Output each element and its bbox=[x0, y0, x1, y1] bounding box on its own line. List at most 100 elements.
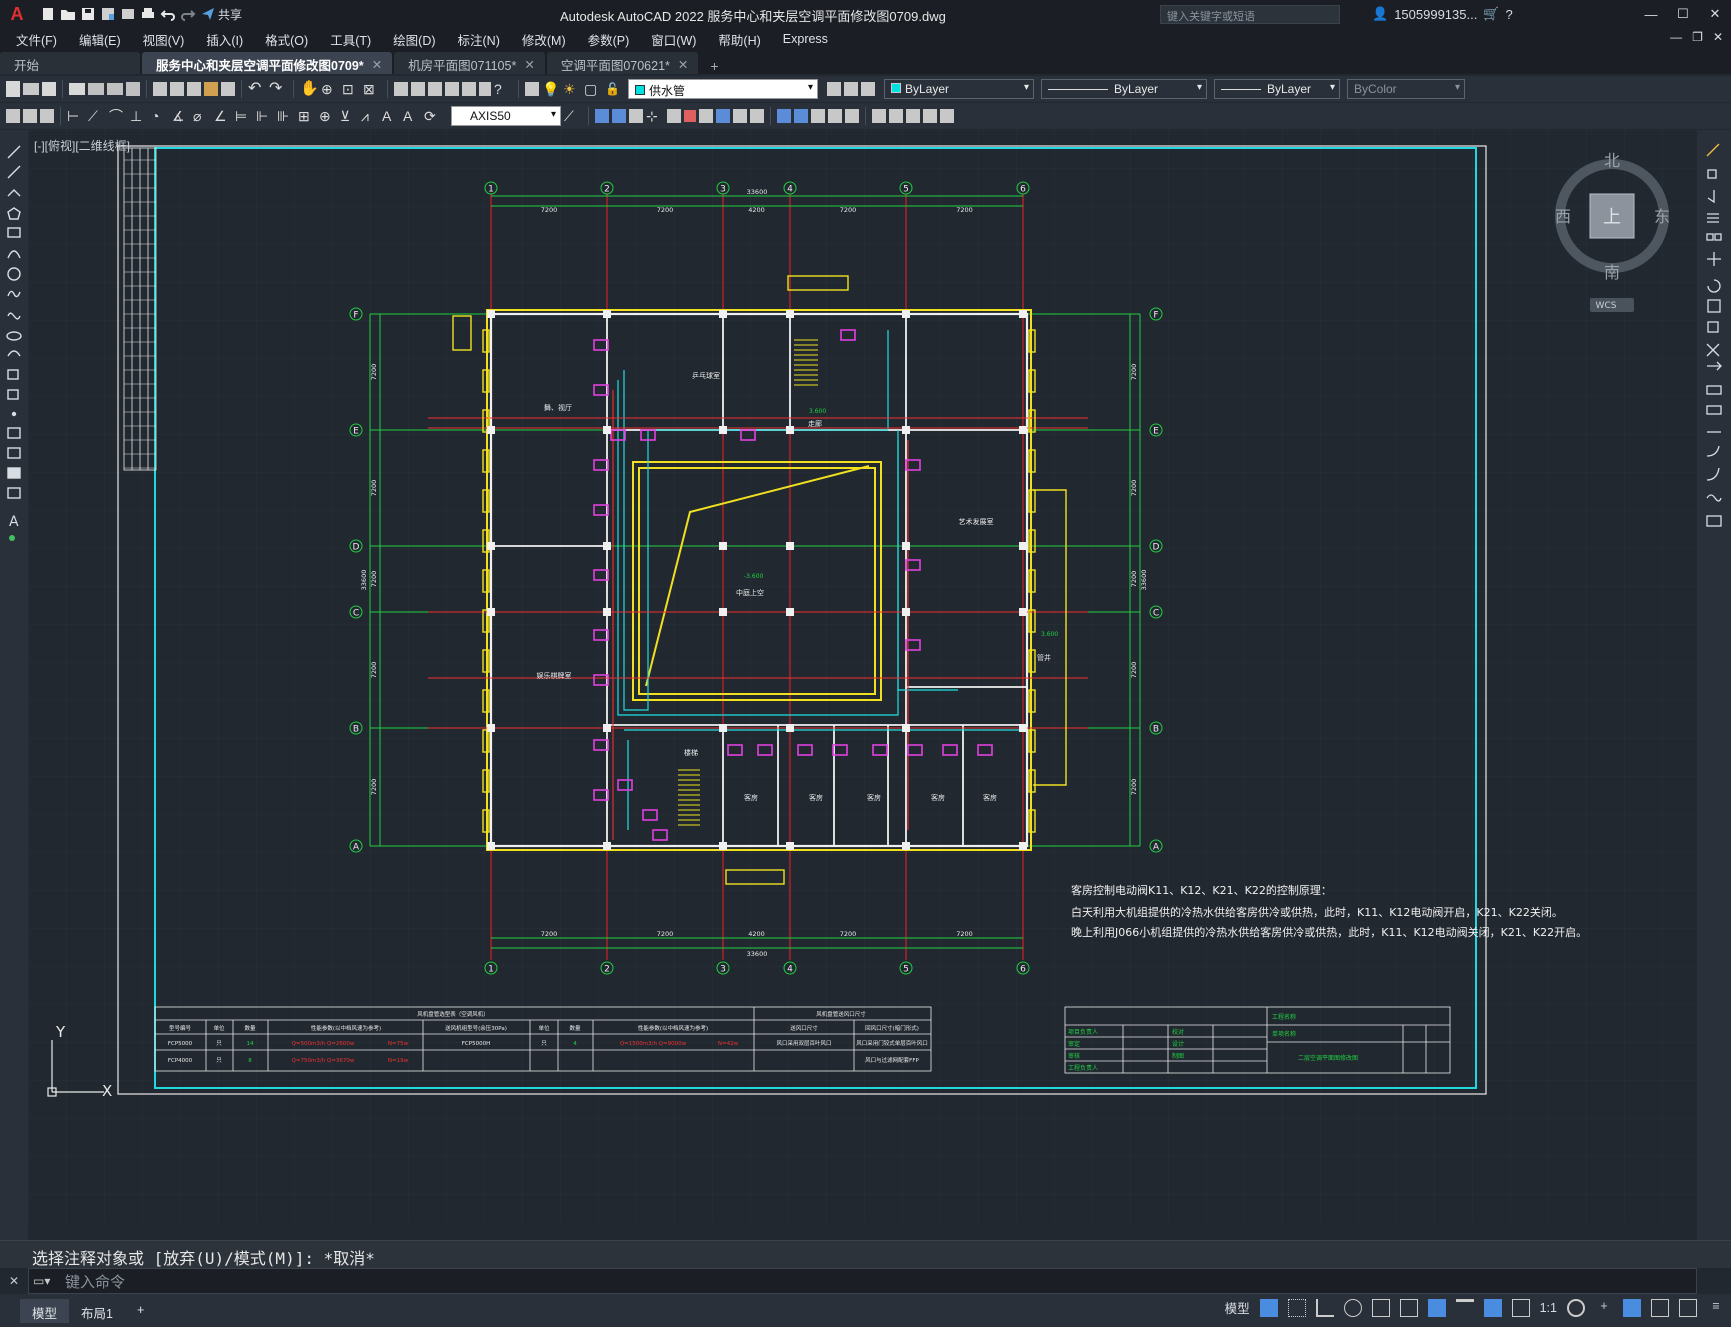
tab-ac-plan[interactable]: 空调平面图070621* ✕ bbox=[546, 52, 699, 74]
plotstyle-dropdown[interactable]: ByColor ▾ bbox=[1347, 79, 1465, 99]
layer-dropdown[interactable]: 供水管 ▾ bbox=[628, 79, 818, 99]
continue-dim-icon[interactable]: ⊪ bbox=[277, 107, 295, 125]
isodraft-icon[interactable] bbox=[1371, 1298, 1390, 1317]
workspace-gear-icon[interactable] bbox=[1567, 1298, 1585, 1317]
aligned-dim-icon[interactable]: ⟋ bbox=[88, 107, 106, 125]
paste-icon[interactable] bbox=[187, 82, 201, 96]
layout-tab-layout1[interactable]: 布局1 bbox=[69, 1299, 125, 1323]
zoom-previous-icon[interactable]: ⊠ bbox=[363, 80, 381, 98]
shade-wireframe-icon[interactable] bbox=[777, 109, 791, 123]
menu-express[interactable]: Express bbox=[783, 32, 828, 46]
undo-icon[interactable]: ↶ bbox=[248, 80, 266, 98]
menu-format[interactable]: 格式(O) bbox=[265, 30, 308, 49]
close-icon[interactable]: ✕ bbox=[678, 57, 688, 72]
dim-update-icon[interactable]: ⟳ bbox=[424, 107, 442, 125]
shade-conceptual-icon[interactable] bbox=[828, 109, 842, 123]
dim-style-manager-icon[interactable]: ⟋ bbox=[564, 107, 582, 125]
frames-icon[interactable] bbox=[940, 109, 954, 123]
menu-file[interactable]: 文件(F) bbox=[16, 30, 57, 49]
clip-icon[interactable] bbox=[906, 109, 920, 123]
help-icon[interactable]: ? bbox=[494, 80, 512, 98]
inspect-icon[interactable]: ⊻ bbox=[340, 107, 358, 125]
tolerance-icon[interactable]: ⊞ bbox=[298, 107, 316, 125]
3d-print-icon[interactable] bbox=[126, 82, 140, 96]
zoom-realtime-icon[interactable]: ⊕ bbox=[321, 80, 339, 98]
help-icon[interactable]: ? bbox=[1506, 7, 1513, 22]
ucs-icon[interactable]: ⊹ bbox=[646, 107, 664, 125]
publish-icon[interactable] bbox=[107, 83, 123, 95]
zoom-window-icon[interactable]: ⊡ bbox=[342, 80, 360, 98]
calculator-icon[interactable] bbox=[479, 82, 491, 96]
draw-tools-icons[interactable]: A bbox=[0, 130, 28, 590]
jogged-dim-icon[interactable]: ∡ bbox=[172, 107, 190, 125]
layer-lock-icon[interactable]: 🔓 bbox=[605, 80, 623, 98]
open-folder-icon[interactable] bbox=[60, 6, 76, 22]
view-3d-icon[interactable] bbox=[595, 109, 609, 123]
doc-minimize-button[interactable]: — bbox=[1670, 30, 1682, 44]
tab-start[interactable]: 开始 bbox=[0, 52, 140, 74]
new-tab-button[interactable]: + bbox=[700, 58, 728, 74]
layer-properties-icon[interactable] bbox=[525, 82, 539, 96]
plot-preview-icon[interactable] bbox=[88, 83, 104, 95]
dimstyle-dropdown[interactable]: AXIS50 ▾ bbox=[451, 106, 561, 126]
ucs-zaxis-icon[interactable] bbox=[750, 109, 764, 123]
lineweight-dropdown[interactable]: ByLayer ▾ bbox=[1214, 79, 1340, 99]
polar-icon[interactable] bbox=[1343, 1298, 1362, 1317]
ucs-world-icon[interactable] bbox=[667, 109, 681, 123]
undo-icon[interactable] bbox=[160, 6, 176, 22]
keyword-search-input[interactable]: 键入关键字或短语 bbox=[1160, 5, 1340, 24]
tab-machine-room[interactable]: 机房平面图071105* ✕ bbox=[394, 52, 545, 74]
cut-icon[interactable] bbox=[153, 82, 167, 96]
cart-icon[interactable]: 🛒 bbox=[1483, 6, 1499, 22]
table-style-icon[interactable] bbox=[40, 109, 54, 123]
tool-palettes-icon[interactable] bbox=[428, 82, 442, 96]
properties-icon[interactable] bbox=[394, 82, 408, 96]
open-icon[interactable] bbox=[23, 83, 39, 95]
clean-screen-icon[interactable] bbox=[1679, 1298, 1697, 1317]
insert-block-icon[interactable] bbox=[872, 109, 886, 123]
arc-length-icon[interactable]: ⌒ bbox=[109, 107, 127, 125]
doc-close-button[interactable]: ✕ bbox=[1713, 30, 1723, 44]
minimize-button[interactable]: — bbox=[1635, 0, 1667, 28]
angular-dim-icon[interactable]: ∠ bbox=[214, 107, 232, 125]
isolate-objects-icon[interactable] bbox=[1623, 1298, 1641, 1317]
command-input[interactable]: 键入命令 bbox=[65, 1271, 125, 1292]
radius-dim-icon[interactable]: ◔ bbox=[151, 107, 169, 125]
markup-icon[interactable] bbox=[462, 82, 476, 96]
make-current-icon[interactable] bbox=[827, 82, 841, 96]
close-icon[interactable]: ✕ bbox=[372, 57, 382, 72]
dim-text-edit-icon[interactable]: A bbox=[403, 107, 421, 125]
center-mark-icon[interactable]: ⊕ bbox=[319, 107, 337, 125]
hardware-acceleration-icon[interactable] bbox=[1651, 1298, 1669, 1317]
menu-tools[interactable]: 工具(T) bbox=[330, 30, 371, 49]
shade-realistic-icon[interactable] bbox=[811, 109, 825, 123]
menu-help[interactable]: 帮助(H) bbox=[718, 30, 760, 49]
sheet-set-icon[interactable] bbox=[445, 82, 459, 96]
tab-service-center[interactable]: 服务中心和夹层空调平面修改图0709* ✕ bbox=[142, 52, 393, 74]
qnew-icon[interactable] bbox=[6, 81, 20, 97]
ucs-view-icon[interactable] bbox=[716, 109, 730, 123]
jogged-linear-icon[interactable]: ⩘ bbox=[361, 107, 379, 125]
ucs-object-icon[interactable] bbox=[684, 110, 696, 122]
lineweight-icon[interactable] bbox=[1455, 1298, 1474, 1317]
shade-hidden-icon[interactable] bbox=[794, 109, 808, 123]
annotation-scale[interactable]: 1:1 bbox=[1540, 1301, 1557, 1315]
redo-icon[interactable]: ↷ bbox=[269, 80, 287, 98]
autocad-logo-icon[interactable]: A bbox=[0, 0, 34, 28]
color-dropdown[interactable]: ByLayer ▾ bbox=[884, 79, 1034, 99]
layout-tab-model[interactable]: 模型 bbox=[20, 1298, 70, 1323]
share-label[interactable]: 共享 bbox=[218, 6, 242, 23]
menu-parametric[interactable]: 参数(P) bbox=[588, 30, 630, 49]
maximize-button[interactable]: ☐ bbox=[1667, 0, 1699, 28]
block-editor-icon[interactable] bbox=[221, 82, 235, 96]
linear-dim-icon[interactable]: ⊢ bbox=[67, 107, 85, 125]
close-button[interactable]: ✕ bbox=[1699, 0, 1731, 28]
new-layout-button[interactable]: + bbox=[125, 1299, 156, 1323]
model-space-toggle[interactable]: 模型 bbox=[1225, 1298, 1250, 1317]
menu-dimension[interactable]: 标注(N) bbox=[458, 30, 500, 49]
adjust-icon[interactable] bbox=[923, 109, 937, 123]
shade-shaded-icon[interactable] bbox=[845, 109, 859, 123]
quick-dim-icon[interactable]: ⊨ bbox=[235, 107, 253, 125]
command-close-icon[interactable]: ✕ bbox=[9, 1274, 19, 1288]
open-from-web-icon[interactable] bbox=[120, 6, 136, 22]
